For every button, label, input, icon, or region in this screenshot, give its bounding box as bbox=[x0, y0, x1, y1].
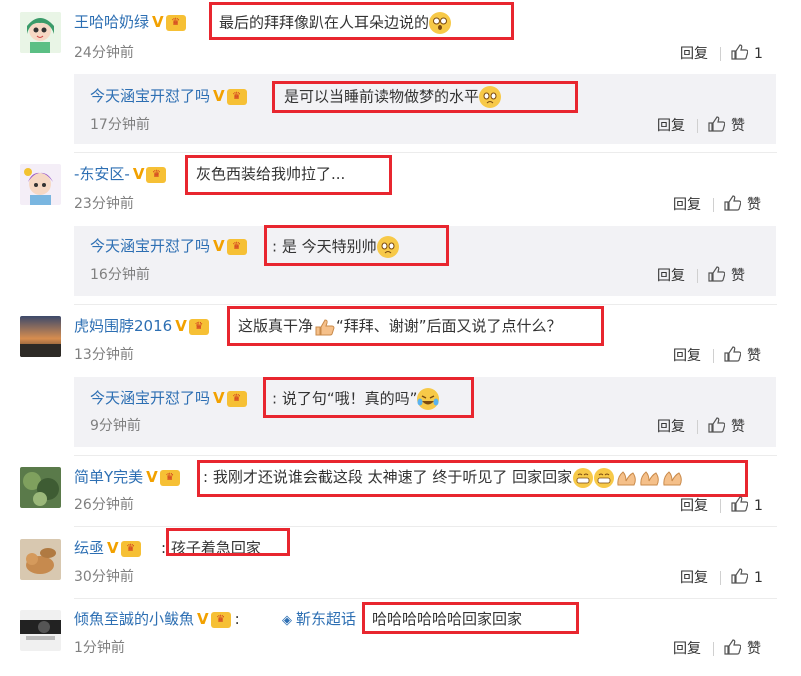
crown-badge-icon: ♛ bbox=[165, 14, 186, 31]
timestamp: 23分钟前 bbox=[74, 196, 134, 212]
avatar[interactable] bbox=[20, 539, 61, 580]
divider bbox=[713, 198, 714, 212]
avatar[interactable] bbox=[20, 12, 61, 53]
crown-badge-icon: ♛ bbox=[120, 540, 141, 557]
like-button[interactable]: 赞 bbox=[731, 118, 745, 134]
v-badge-icon: V bbox=[175, 317, 187, 335]
username[interactable]: -东安区- bbox=[74, 165, 130, 183]
crown-badge-icon: ♛ bbox=[210, 611, 231, 628]
reply-username[interactable]: 今天涵宝开怼了吗 bbox=[90, 237, 210, 255]
username[interactable]: 倾魚至誠的小鲅魚 bbox=[74, 610, 194, 628]
thumbs-up-icon[interactable] bbox=[724, 346, 741, 362]
divider bbox=[697, 269, 698, 283]
username[interactable]: 王哈哈奶绿 bbox=[74, 13, 149, 31]
highlight-box bbox=[185, 155, 392, 195]
highlight-box bbox=[362, 602, 579, 634]
timestamp: 17分钟前 bbox=[90, 117, 150, 133]
crown-badge-icon: ♛ bbox=[226, 88, 247, 105]
timestamp: 9分钟前 bbox=[90, 418, 141, 434]
like-count[interactable]: 1 bbox=[754, 46, 763, 62]
thumbs-up-icon[interactable] bbox=[724, 195, 741, 211]
thumbs-up-icon[interactable] bbox=[731, 568, 748, 584]
crown-badge-icon: ♛ bbox=[188, 318, 209, 335]
crown-badge-icon: ♛ bbox=[226, 238, 247, 255]
thumbs-up-icon[interactable] bbox=[708, 417, 725, 433]
highlight-box bbox=[227, 306, 604, 346]
avatar[interactable] bbox=[20, 164, 61, 205]
topic-link[interactable]: 靳东超话 bbox=[296, 610, 356, 628]
divider bbox=[74, 455, 777, 456]
like-count[interactable]: 1 bbox=[754, 498, 763, 514]
avatar[interactable] bbox=[20, 316, 61, 357]
reply-username[interactable]: 今天涵宝开怼了吗 bbox=[90, 87, 210, 105]
highlight-box bbox=[166, 528, 290, 556]
username[interactable]: 纭亟 bbox=[74, 539, 104, 557]
divider bbox=[697, 119, 698, 133]
crown-badge-icon: ♛ bbox=[146, 166, 167, 183]
like-button[interactable]: 赞 bbox=[731, 419, 745, 435]
thumbs-up-icon[interactable] bbox=[731, 496, 748, 512]
highlight-box bbox=[197, 460, 748, 497]
divider bbox=[74, 152, 777, 153]
crown-badge-icon: ♛ bbox=[226, 390, 247, 407]
like-button[interactable]: 赞 bbox=[747, 197, 761, 213]
divider bbox=[720, 47, 721, 61]
highlight-box bbox=[264, 225, 449, 266]
like-count[interactable]: 1 bbox=[754, 570, 763, 586]
reply-button[interactable]: 回复 bbox=[673, 197, 701, 213]
reply-button[interactable]: 回复 bbox=[657, 268, 685, 284]
timestamp: 16分钟前 bbox=[90, 267, 150, 283]
v-badge-icon: V bbox=[197, 610, 209, 628]
timestamp: 13分钟前 bbox=[74, 347, 134, 363]
reply-button[interactable]: 回复 bbox=[673, 348, 701, 364]
v-badge-icon: V bbox=[146, 468, 158, 486]
thumbs-up-icon[interactable] bbox=[724, 639, 741, 655]
divider bbox=[713, 642, 714, 656]
reply-button[interactable]: 回复 bbox=[657, 419, 685, 435]
crown-badge-icon: ♛ bbox=[159, 469, 180, 486]
highlight-box bbox=[209, 2, 514, 40]
reply-button[interactable]: 回复 bbox=[657, 118, 685, 134]
v-badge-icon: V bbox=[213, 389, 225, 407]
v-badge-icon: V bbox=[107, 539, 119, 557]
divider bbox=[74, 598, 777, 599]
timestamp: 1分钟前 bbox=[74, 640, 125, 656]
divider bbox=[720, 499, 721, 513]
topic-diamond-icon: ◈ bbox=[282, 613, 292, 628]
divider bbox=[74, 526, 777, 527]
divider bbox=[74, 304, 777, 305]
v-badge-icon: V bbox=[213, 87, 225, 105]
timestamp: 24分钟前 bbox=[74, 45, 134, 61]
like-button[interactable]: 赞 bbox=[747, 641, 761, 657]
reply-button[interactable]: 回复 bbox=[673, 641, 701, 657]
separator-colon: : bbox=[234, 610, 240, 628]
divider bbox=[697, 420, 698, 434]
divider bbox=[713, 349, 714, 363]
reply-button[interactable]: 回复 bbox=[680, 46, 708, 62]
like-button[interactable]: 赞 bbox=[747, 348, 761, 364]
timestamp: 26分钟前 bbox=[74, 497, 134, 513]
reply-username[interactable]: 今天涵宝开怼了吗 bbox=[90, 389, 210, 407]
username[interactable]: 简单Y完美 bbox=[74, 468, 143, 486]
highlight-box bbox=[272, 81, 578, 113]
like-button[interactable]: 赞 bbox=[731, 268, 745, 284]
highlight-box bbox=[263, 377, 474, 418]
avatar[interactable] bbox=[20, 610, 61, 651]
thumbs-up-icon[interactable] bbox=[731, 44, 748, 60]
v-badge-icon: V bbox=[132, 165, 145, 183]
thumbs-up-icon[interactable] bbox=[708, 266, 725, 282]
timestamp: 30分钟前 bbox=[74, 569, 134, 585]
avatar[interactable] bbox=[20, 467, 61, 508]
v-badge-icon: V bbox=[152, 13, 164, 31]
v-badge-icon: V bbox=[213, 237, 225, 255]
reply-button[interactable]: 回复 bbox=[680, 498, 708, 514]
reply-button[interactable]: 回复 bbox=[680, 570, 708, 586]
username[interactable]: 虎妈围脖2016 bbox=[74, 317, 172, 335]
divider bbox=[720, 571, 721, 585]
thumbs-up-icon[interactable] bbox=[708, 116, 725, 132]
